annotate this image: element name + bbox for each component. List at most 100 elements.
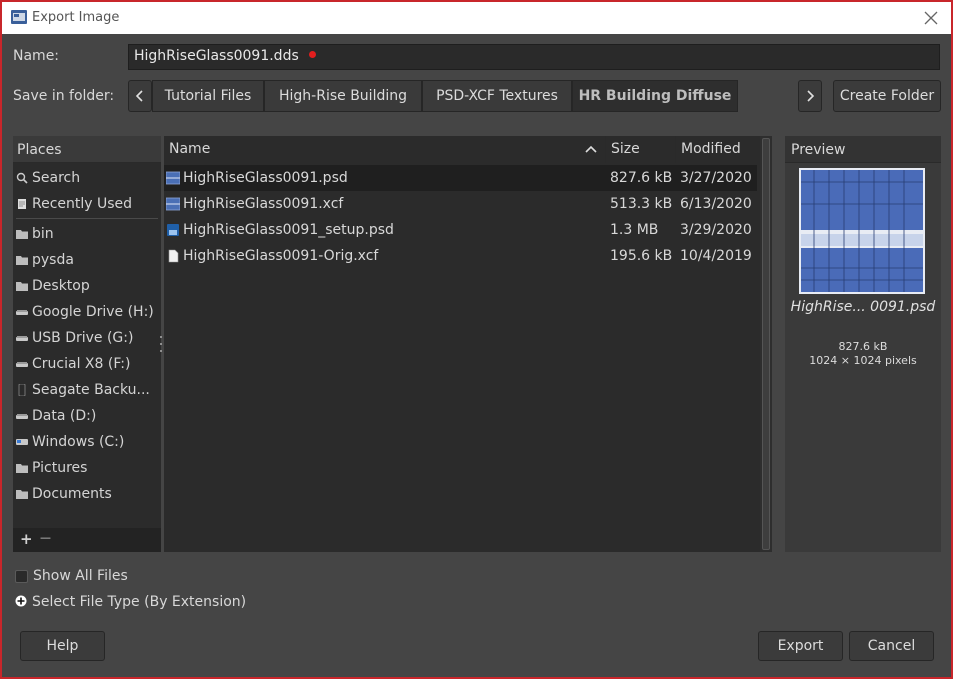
file-modified: 10/4/2019 (680, 248, 752, 264)
file-modified: 3/29/2020 (680, 222, 752, 238)
file-row[interactable]: HighRiseGlass0091.psd 827.6 kB 3/27/2020 (164, 165, 757, 191)
file-row[interactable]: HighRiseGlass0091_setup.psd 1.3 MB 3/29/… (164, 217, 757, 243)
column-header-name[interactable]: Name (164, 136, 606, 163)
place-search[interactable]: Search (13, 165, 158, 191)
add-bookmark-button[interactable]: + (20, 530, 33, 548)
search-icon (16, 172, 28, 184)
drive-icon (16, 336, 28, 341)
place-google-drive[interactable]: Google Drive (H:) (13, 299, 158, 325)
file-row[interactable]: HighRiseGlass0091-Orig.xcf 195.6 kB 10/4… (164, 243, 757, 269)
place-label: USB Drive (G:) (32, 330, 134, 346)
file-list-scrollbar[interactable] (760, 136, 772, 552)
place-usb-drive[interactable]: USB Drive (G:) (13, 325, 158, 351)
filename-input[interactable]: HighRiseGlass0091.dds (128, 44, 940, 70)
select-file-type-expander[interactable]: Select File Type (By Extension) (32, 594, 246, 610)
pane-resize-handle[interactable] (159, 334, 163, 354)
save-in-folder-label: Save in folder: (13, 88, 115, 104)
breadcrumb-back-button[interactable] (128, 80, 152, 112)
file-size: 827.6 kB (610, 170, 673, 186)
breadcrumb-forward-button[interactable] (798, 80, 822, 112)
place-data-drive[interactable]: Data (D:) (13, 403, 158, 429)
place-documents[interactable]: Documents (13, 481, 158, 507)
expand-icon[interactable] (15, 595, 27, 607)
file-name: HighRiseGlass0091-Orig.xcf (183, 248, 379, 264)
place-label: Google Drive (H:) (32, 304, 154, 320)
breadcrumb-hr-building-diffuse[interactable]: HR Building Diffuse (572, 80, 738, 112)
file-modified: 6/13/2020 (680, 196, 752, 212)
image-file-icon (166, 171, 180, 185)
show-all-files-checkbox[interactable] (15, 570, 28, 583)
place-desktop[interactable]: Desktop (13, 273, 158, 299)
breadcrumb-high-rise-building[interactable]: High-Rise Building (264, 80, 422, 112)
export-button[interactable]: Export (758, 631, 843, 661)
export-image-dialog: Export Image Name: HighRiseGlass0091.dds… (2, 2, 951, 677)
file-size: 195.6 kB (610, 248, 673, 264)
place-crucial-x8[interactable]: Crucial X8 (F:) (13, 351, 158, 377)
file-row[interactable]: HighRiseGlass0091.xcf 513.3 kB 6/13/2020 (164, 191, 757, 217)
column-header-size[interactable]: Size (606, 136, 676, 163)
place-label: Pictures (32, 460, 88, 476)
preview-header: Preview (785, 136, 941, 163)
window-title: Export Image (32, 10, 120, 25)
place-recently-used[interactable]: Recently Used (13, 191, 158, 217)
file-name: HighRiseGlass0091_setup.psd (183, 222, 394, 238)
name-label: Name: (13, 48, 60, 64)
preview-panel: Preview HighRise... 0091.psd 827.6 kB 10… (785, 136, 941, 552)
place-label: Recently Used (32, 196, 133, 212)
place-label: Windows (C:) (32, 434, 125, 450)
recent-icon (18, 199, 26, 209)
document-file-icon (168, 249, 179, 263)
places-header: Places (13, 136, 161, 163)
folder-icon (16, 230, 28, 239)
file-name: HighRiseGlass0091.xcf (183, 196, 344, 212)
image-file-icon (166, 197, 180, 211)
help-button[interactable]: Help (20, 631, 105, 661)
external-drive-icon (18, 384, 26, 396)
preview-filename: HighRise... 0091.psd (790, 299, 936, 315)
column-header-modified[interactable]: Modified (676, 136, 760, 163)
drive-icon (16, 362, 28, 367)
show-all-files-label: Show All Files (33, 568, 128, 584)
folder-icon (16, 464, 28, 473)
place-pictures[interactable]: Pictures (13, 455, 158, 481)
sort-ascending-icon (585, 145, 597, 153)
drive-icon (16, 310, 28, 315)
places-toolbar: + — (13, 528, 161, 552)
folder-icon (16, 256, 28, 265)
scrollbar-thumb[interactable] (762, 138, 770, 550)
file-modified: 3/27/2020 (680, 170, 752, 186)
place-label: Crucial X8 (F:) (32, 356, 131, 372)
file-list-panel: Name Size Modified HighRiseGlass0091.psd… (164, 136, 760, 552)
chevron-right-icon (807, 90, 815, 102)
unsaved-indicator (308, 51, 316, 58)
preview-dimensions: 1024 × 1024 pixels (809, 354, 917, 367)
filename-value: HighRiseGlass0091.dds (134, 48, 299, 64)
windows-drive-icon (16, 439, 28, 445)
breadcrumb-psd-xcf-textures[interactable]: PSD-XCF Textures (422, 80, 572, 112)
place-seagate-backup[interactable]: Seagate Backu... (13, 377, 158, 403)
place-label: bin (32, 226, 54, 242)
photoshop-file-icon (167, 224, 179, 236)
gimp-app-icon (11, 10, 27, 24)
places-panel: Places Search Recently Used bin pysda De… (13, 136, 161, 552)
cancel-button[interactable]: Cancel (849, 631, 934, 661)
folder-icon (16, 282, 28, 291)
place-windows-drive[interactable]: Windows (C:) (13, 429, 158, 455)
place-pysda[interactable]: pysda (13, 247, 158, 273)
file-size: 1.3 MB (610, 222, 659, 238)
place-label: Seagate Backu... (32, 382, 150, 398)
places-separator (16, 218, 158, 219)
file-name: HighRiseGlass0091.psd (183, 170, 348, 186)
place-label: Desktop (32, 278, 90, 294)
create-folder-button[interactable]: Create Folder (833, 80, 941, 112)
remove-bookmark-button[interactable]: — (40, 531, 51, 544)
close-icon[interactable] (919, 6, 943, 30)
folder-icon (16, 490, 28, 499)
place-bin[interactable]: bin (13, 221, 158, 247)
preview-size: 827.6 kB (838, 340, 888, 353)
place-label: Documents (32, 486, 112, 502)
file-size: 513.3 kB (610, 196, 673, 212)
drive-icon (16, 414, 28, 419)
column-name-label: Name (169, 141, 211, 157)
breadcrumb-tutorial-files[interactable]: Tutorial Files (152, 80, 264, 112)
